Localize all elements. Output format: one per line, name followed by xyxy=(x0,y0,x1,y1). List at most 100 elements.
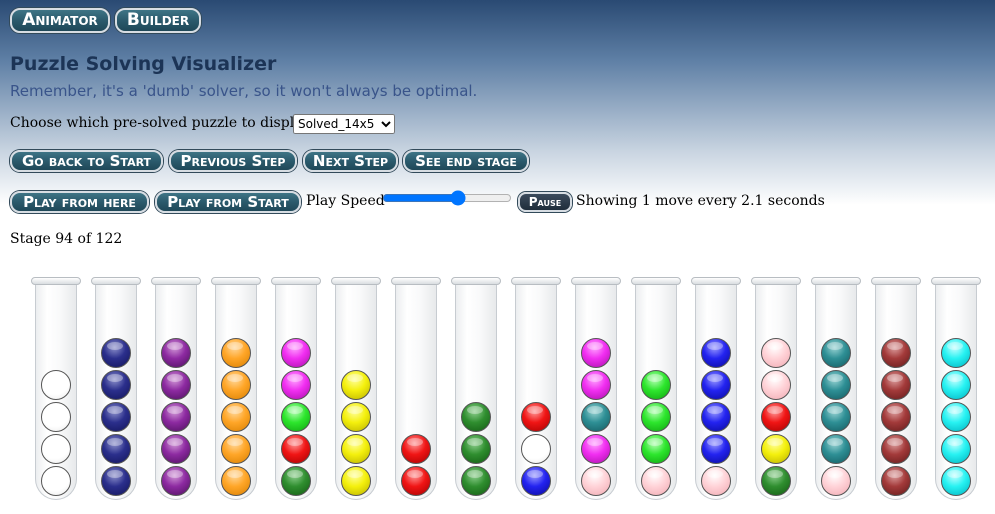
tube-rim xyxy=(31,277,81,285)
ball-green xyxy=(641,370,671,400)
ball-pink xyxy=(581,466,611,496)
ball-purple xyxy=(161,434,191,464)
tube-rim xyxy=(571,277,621,285)
tube-rim xyxy=(631,277,681,285)
page-subtitle: Remember, it's a 'dumb' solver, so it wo… xyxy=(10,82,478,100)
ball-white xyxy=(41,434,71,464)
pause-button[interactable]: Pause xyxy=(518,192,572,212)
tube-rim xyxy=(931,277,981,285)
ball-dkgreen xyxy=(461,434,491,464)
ball-green xyxy=(641,402,671,432)
tube-3[interactable] xyxy=(151,277,201,500)
previous-step-button[interactable]: Previous Step xyxy=(169,150,297,172)
ball-magenta xyxy=(281,370,311,400)
ball-yellow xyxy=(761,434,791,464)
tube-6[interactable] xyxy=(331,277,381,500)
ball-teal xyxy=(821,402,851,432)
ball-red xyxy=(401,434,431,464)
ball-magenta xyxy=(581,434,611,464)
ball-white xyxy=(41,370,71,400)
ball-red xyxy=(401,466,431,496)
ball-dkgreen xyxy=(461,402,491,432)
ball-orange xyxy=(221,370,251,400)
ball-dkgreen xyxy=(281,466,311,496)
tube-rim xyxy=(91,277,141,285)
ball-yellow xyxy=(341,466,371,496)
tube-5[interactable] xyxy=(271,277,321,500)
ball-pink xyxy=(701,466,731,496)
page-title: Puzzle Solving Visualizer xyxy=(10,53,277,75)
ball-purple xyxy=(161,402,191,432)
ball-white xyxy=(41,402,71,432)
go-back-to-start-button[interactable]: Go back to Start xyxy=(10,150,163,172)
ball-maroon xyxy=(881,338,911,368)
ball-red xyxy=(761,402,791,432)
ball-pink xyxy=(761,370,791,400)
ball-orange xyxy=(221,338,251,368)
ball-blue xyxy=(521,466,551,496)
ball-purple xyxy=(161,466,191,496)
builder-button[interactable]: Builder xyxy=(115,8,201,33)
tube-16[interactable] xyxy=(931,277,981,500)
ball-pink xyxy=(761,338,791,368)
tube-11[interactable] xyxy=(631,277,681,500)
ball-dkgreen xyxy=(761,466,791,496)
ball-yellow xyxy=(341,370,371,400)
ball-cyan xyxy=(941,370,971,400)
animator-button[interactable]: Animator xyxy=(10,8,110,33)
ball-cyan xyxy=(941,466,971,496)
ball-orange xyxy=(221,434,251,464)
play-from-here-button[interactable]: Play from here xyxy=(10,191,149,213)
ball-yellow xyxy=(341,402,371,432)
tube-7[interactable] xyxy=(391,277,441,500)
tube-rim xyxy=(151,277,201,285)
ball-purple xyxy=(161,338,191,368)
tube-10[interactable] xyxy=(571,277,621,500)
speed-status-text: Showing 1 move every 2.1 seconds xyxy=(576,193,825,209)
ball-teal xyxy=(581,402,611,432)
ball-pink xyxy=(821,466,851,496)
tube-12[interactable] xyxy=(691,277,741,500)
ball-red xyxy=(281,434,311,464)
ball-magenta xyxy=(581,370,611,400)
tube-rim xyxy=(331,277,381,285)
tube-9[interactable] xyxy=(511,277,561,500)
play-from-start-button[interactable]: Play from Start xyxy=(155,191,301,213)
see-end-stage-button[interactable]: See end stage xyxy=(403,150,529,172)
ball-red xyxy=(521,402,551,432)
ball-blue xyxy=(701,434,731,464)
ball-green xyxy=(281,402,311,432)
tube-2[interactable] xyxy=(91,277,141,500)
tube-rim xyxy=(451,277,501,285)
ball-teal xyxy=(821,338,851,368)
ball-navy xyxy=(101,434,131,464)
tube-rim xyxy=(871,277,921,285)
tube-13[interactable] xyxy=(751,277,801,500)
next-step-button[interactable]: Next Step xyxy=(303,150,398,172)
tube-15[interactable] xyxy=(871,277,921,500)
play-speed-label: Play Speed xyxy=(306,193,385,209)
ball-blue xyxy=(701,338,731,368)
ball-navy xyxy=(101,466,131,496)
tube-rim xyxy=(691,277,741,285)
tube-rim xyxy=(751,277,801,285)
ball-yellow xyxy=(341,434,371,464)
ball-blue xyxy=(701,370,731,400)
tube-1[interactable] xyxy=(31,277,81,500)
tube-8[interactable] xyxy=(451,277,501,500)
tube-14[interactable] xyxy=(811,277,861,500)
ball-maroon xyxy=(881,466,911,496)
ball-blue xyxy=(701,402,731,432)
ball-magenta xyxy=(581,338,611,368)
ball-white xyxy=(521,434,551,464)
ball-orange xyxy=(221,402,251,432)
puzzle-select[interactable]: Solved_14x5 xyxy=(293,114,395,134)
stage-counter: Stage 94 of 122 xyxy=(10,231,123,247)
tube-rim xyxy=(271,277,321,285)
ball-maroon xyxy=(881,434,911,464)
tube-4[interactable] xyxy=(211,277,261,500)
ball-navy xyxy=(101,402,131,432)
ball-maroon xyxy=(881,370,911,400)
play-speed-slider[interactable] xyxy=(382,190,512,206)
tube-rim xyxy=(511,277,561,285)
